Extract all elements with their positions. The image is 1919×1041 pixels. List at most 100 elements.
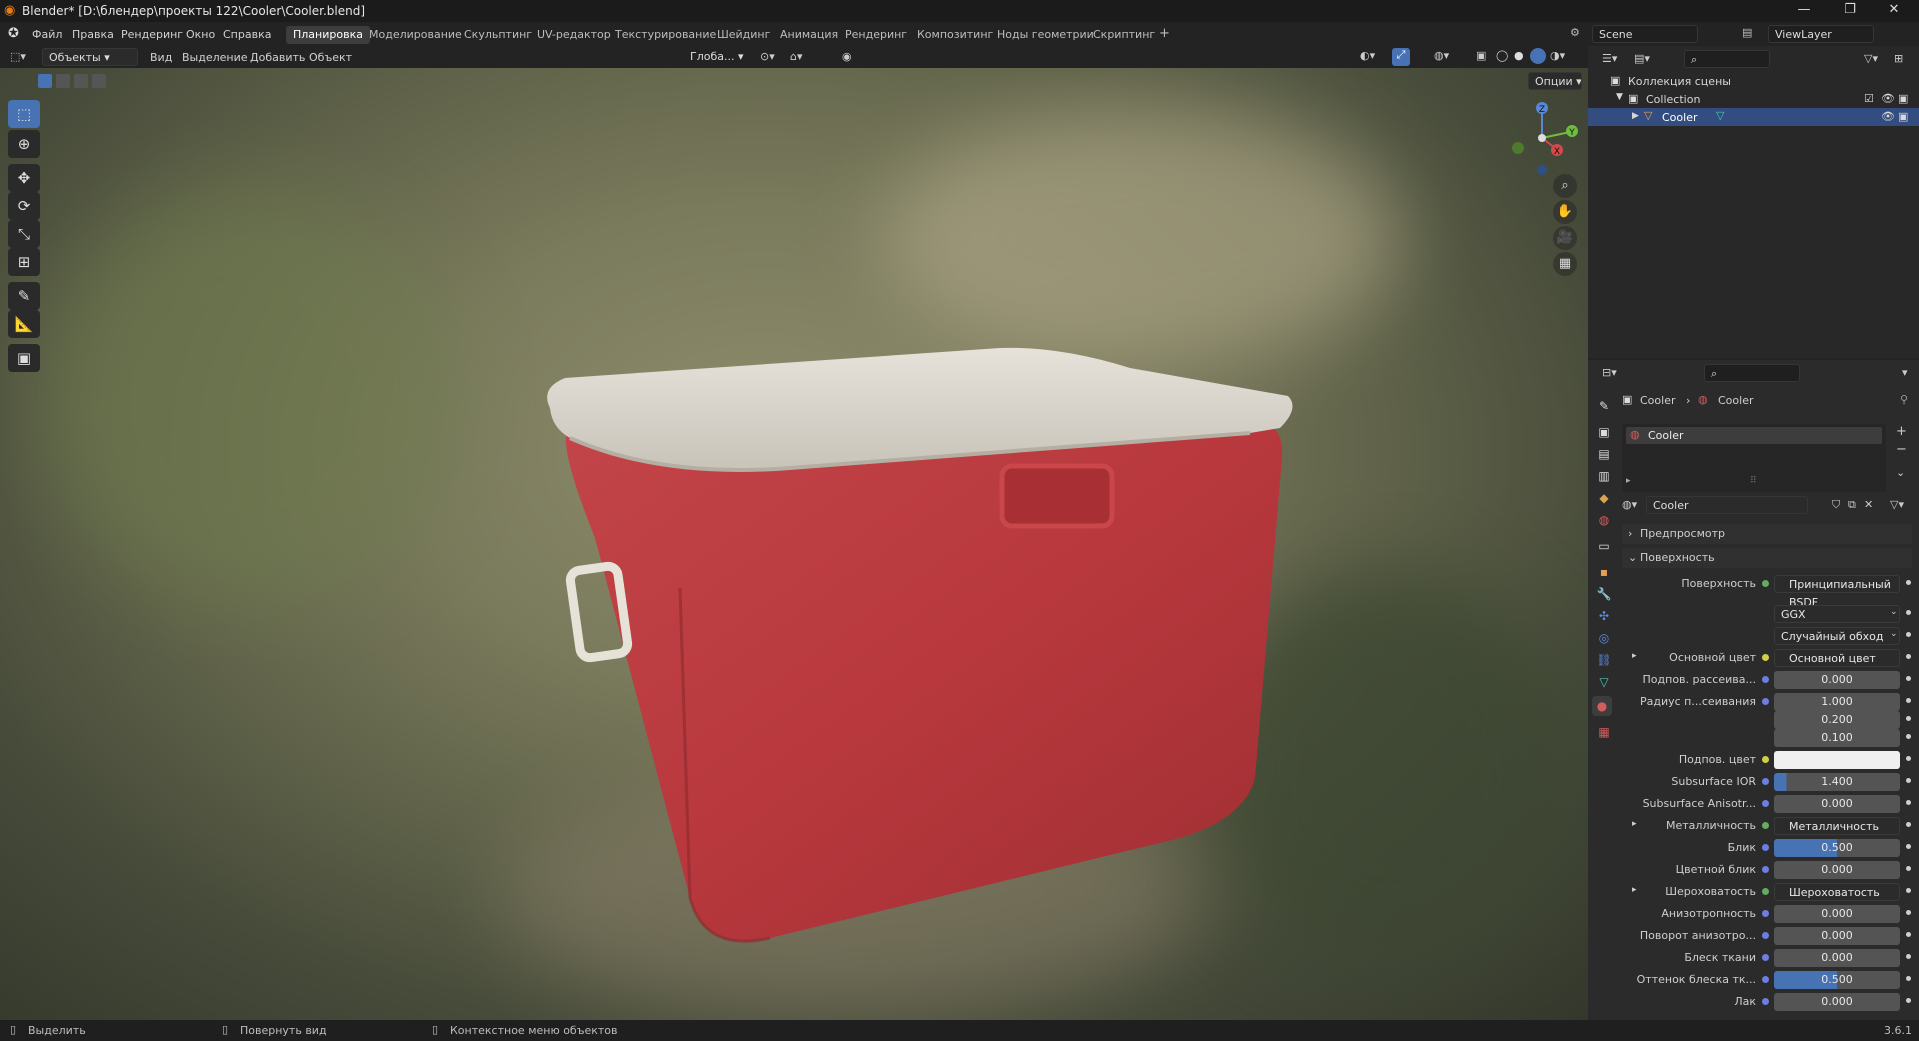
resize-handle-icon[interactable]: ⠿: [1750, 476, 1757, 486]
socket-icon[interactable]: [1762, 676, 1769, 683]
physics-tab-icon[interactable]: ◎: [1594, 628, 1614, 648]
tab-sculpting[interactable]: Скульптинг: [457, 26, 539, 44]
number-field[interactable]: 0.000: [1774, 949, 1900, 967]
socket-icon[interactable]: [1762, 654, 1769, 661]
linked-input[interactable]: Металличность: [1774, 817, 1900, 835]
mode-selector[interactable]: Объекты ▾: [42, 48, 138, 66]
properties-editor-icon[interactable]: ⊟▾: [1602, 366, 1617, 379]
outliner-editor-icon[interactable]: ☰▾: [1602, 52, 1617, 65]
keyframe-icon[interactable]: [1906, 632, 1911, 637]
constraints-tab-icon[interactable]: ⛓: [1594, 650, 1614, 670]
material-name-field[interactable]: Cooler: [1646, 496, 1808, 514]
tab-uv-editing[interactable]: UV-редактор: [530, 26, 618, 44]
pan-hand-icon[interactable]: ✋: [1553, 200, 1577, 224]
modifier-tab-icon[interactable]: 🔧: [1594, 584, 1614, 604]
properties-search-input[interactable]: ⌕: [1704, 364, 1800, 382]
keyframe-icon[interactable]: [1906, 866, 1911, 871]
socket-icon[interactable]: [1762, 580, 1769, 587]
cursor-tool[interactable]: ⊕: [8, 130, 40, 158]
tab-rendering[interactable]: Рендеринг: [838, 26, 914, 44]
dropdown[interactable]: GGX: [1774, 605, 1900, 623]
number-field[interactable]: 0.000: [1774, 795, 1900, 813]
socket-icon[interactable]: [1762, 756, 1769, 763]
menu-add[interactable]: Добавить: [250, 51, 305, 64]
socket-icon[interactable]: [1762, 844, 1769, 851]
socket-icon[interactable]: [1762, 998, 1769, 1005]
unlink-material-icon[interactable]: ✕: [1864, 498, 1873, 511]
linked-input[interactable]: Основной цвет: [1774, 649, 1900, 667]
pin-icon[interactable]: ⚲: [1900, 393, 1908, 406]
menu-window[interactable]: Окно: [186, 28, 215, 41]
keyframe-icon[interactable]: [1906, 910, 1911, 915]
remove-slot-button[interactable]: −: [1896, 442, 1907, 457]
new-collection-icon[interactable]: ⊞: [1894, 52, 1903, 65]
expand-icon[interactable]: ▶: [1632, 111, 1639, 121]
number-field[interactable]: 0.000: [1774, 927, 1900, 945]
keyframe-icon[interactable]: [1906, 932, 1911, 937]
keyframe-icon[interactable]: [1906, 734, 1911, 739]
view-layer-selector[interactable]: ViewLayer: [1768, 25, 1874, 43]
fake-user-shield-icon[interactable]: ⛉: [1832, 498, 1840, 512]
navigation-gizmo[interactable]: Z Y X: [1500, 98, 1588, 178]
scene-tab-icon[interactable]: ◆: [1594, 488, 1614, 508]
select-subtract-icon[interactable]: [74, 74, 88, 88]
render-camera-icon[interactable]: ▣: [1898, 92, 1908, 105]
slot-specials-button[interactable]: ⌄: [1896, 466, 1905, 479]
tool-tab-icon[interactable]: ✎: [1594, 396, 1614, 416]
outliner-row-cooler[interactable]: ▶ ▽ Cooler ▽ 👁 ▣: [1588, 108, 1919, 126]
outliner-row-collection[interactable]: ▼ ▣ Collection ☑ 👁 ▣: [1588, 90, 1919, 108]
object-visibility-eye-icon[interactable]: 👁: [1881, 110, 1895, 123]
select-box-tool[interactable]: ⬚: [8, 100, 40, 128]
menu-object[interactable]: Объект: [309, 51, 352, 64]
data-tab-icon[interactable]: ▽: [1594, 672, 1614, 692]
browse-material-icon[interactable]: ◍▾: [1622, 498, 1637, 511]
xray-icon[interactable]: ▣: [1476, 49, 1486, 62]
visibility-icon[interactable]: ◐▾: [1360, 49, 1375, 62]
options-dropdown[interactable]: Опции ▾: [1528, 72, 1582, 90]
socket-icon[interactable]: [1762, 778, 1769, 785]
annotate-tool[interactable]: ✎: [8, 282, 40, 310]
add-workspace-button[interactable]: +: [1152, 24, 1177, 42]
rotate-tool[interactable]: ⟳: [8, 192, 40, 220]
3d-viewport[interactable]: Опции ▾ ⬚ ⊕ ✥ ⟳ ⤡ ⊞ ✎ 📐 ▣ Z Y X ⌕ ✋ 🎥 ▦: [0, 68, 1588, 1020]
duplicate-material-icon[interactable]: ⧉: [1848, 498, 1856, 512]
outliner-row-scene-collection[interactable]: ▣ Коллекция сцены: [1588, 72, 1919, 90]
solid-shading-icon[interactable]: ●: [1514, 49, 1524, 62]
output-tab-icon[interactable]: ▤: [1594, 444, 1614, 464]
number-field[interactable]: 0.000: [1774, 671, 1900, 689]
socket-icon[interactable]: [1762, 698, 1769, 705]
menu-file[interactable]: Файл: [32, 28, 62, 41]
keyframe-icon[interactable]: [1906, 610, 1911, 615]
outliner-search-input[interactable]: ⌕: [1684, 50, 1770, 68]
close-button[interactable]: ✕: [1876, 2, 1912, 17]
exclude-checkbox[interactable]: ☑: [1864, 92, 1874, 105]
tab-scripting[interactable]: Скриптинг: [1086, 26, 1162, 44]
keyframe-icon[interactable]: [1906, 800, 1911, 805]
socket-icon[interactable]: [1762, 866, 1769, 873]
tab-texture-paint[interactable]: Текстурирование: [608, 26, 723, 44]
tab-layout[interactable]: Планировка: [286, 26, 370, 44]
move-tool[interactable]: ✥: [8, 164, 40, 192]
keyframe-icon[interactable]: [1906, 778, 1911, 783]
expand-socket-icon[interactable]: ▸: [1632, 819, 1637, 829]
orientation-selector[interactable]: Глоба... ▾: [684, 48, 754, 66]
minimize-button[interactable]: —: [1786, 2, 1822, 17]
panel-surface-header[interactable]: ⌄ Поверхность: [1622, 548, 1912, 568]
camera-view-icon[interactable]: 🎥: [1553, 226, 1577, 250]
zoom-icon[interactable]: ⌕: [1553, 174, 1577, 198]
keyframe-icon[interactable]: [1906, 954, 1911, 959]
panel-preview-header[interactable]: › Предпросмотр: [1622, 524, 1912, 544]
transform-tool[interactable]: ⊞: [8, 248, 40, 276]
keyframe-icon[interactable]: [1906, 676, 1911, 681]
overlay-icon[interactable]: ◍▾: [1434, 49, 1449, 62]
cooler-model[interactable]: [540, 338, 1320, 958]
tab-modeling[interactable]: Моделирование: [362, 26, 469, 44]
linked-input[interactable]: Принципиальный BSDF: [1774, 575, 1900, 609]
object-tab-icon[interactable]: ▪: [1594, 562, 1614, 582]
perspective-grid-icon[interactable]: ▦: [1553, 252, 1577, 276]
slot-expand-icon[interactable]: ▸: [1626, 476, 1631, 486]
number-field[interactable]: 0.100: [1774, 729, 1900, 747]
properties-options-icon[interactable]: ▾: [1902, 366, 1908, 379]
editor-type-icon[interactable]: ⬚▾: [10, 50, 26, 63]
socket-icon[interactable]: [1762, 822, 1769, 829]
